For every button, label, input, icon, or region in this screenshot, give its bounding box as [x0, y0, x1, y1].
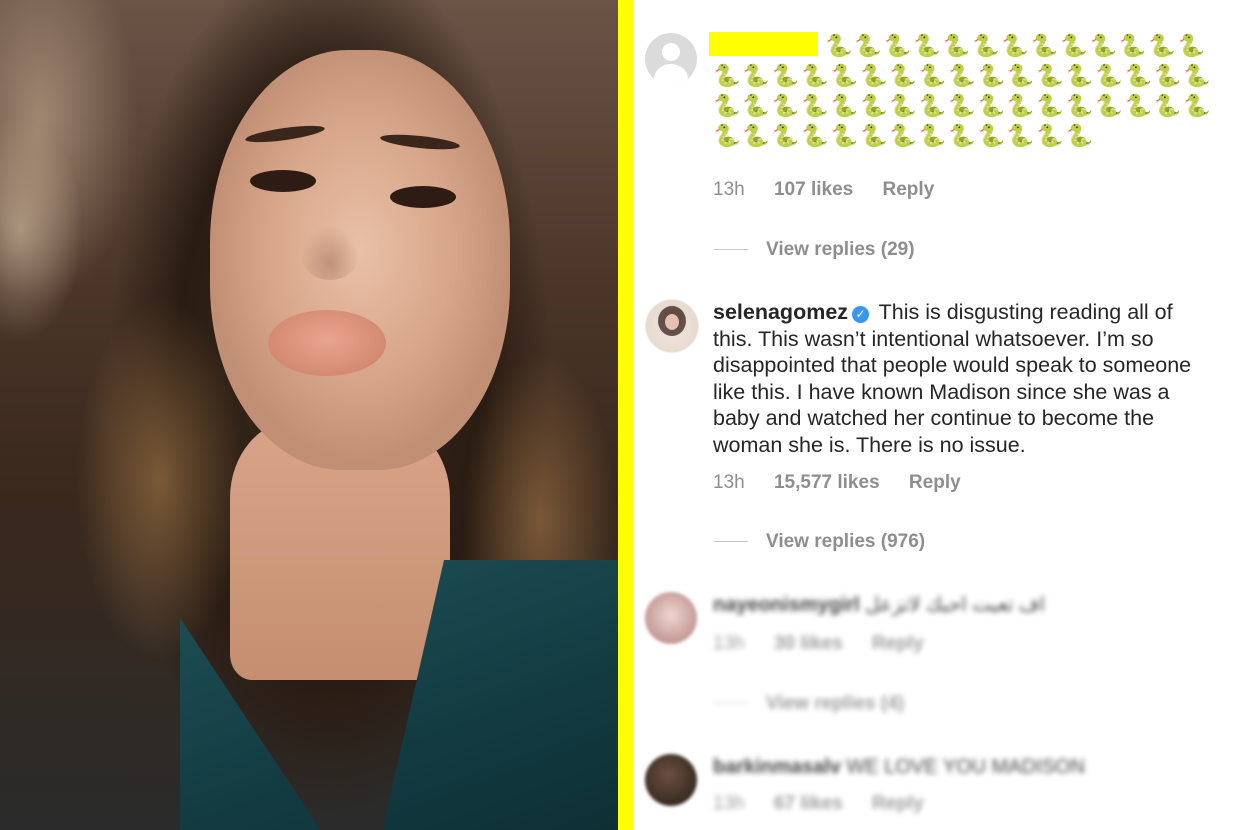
photo-left-eye [250, 170, 316, 192]
comment-username[interactable]: nayeonismygirl [713, 594, 860, 616]
likes-count[interactable]: 107 likes [774, 179, 853, 200]
likes-count[interactable]: 15,577 likes [774, 472, 880, 493]
comment-body: WE LOVE YOU MADISON [846, 756, 1085, 778]
comment-body: اف تعبت احبك لاتزعل [865, 594, 1046, 616]
reply-button[interactable]: Reply [883, 179, 935, 200]
view-replies-label: View replies (4) [766, 693, 904, 714]
reply-line-divider [714, 249, 748, 251]
selena-comment: selenagomez ✓ This is disgusting reading … [713, 299, 1213, 458]
reply-button[interactable]: Reply [872, 793, 924, 814]
photo-nose [300, 225, 360, 280]
photo-face [210, 50, 510, 470]
photo-lips [268, 310, 386, 376]
likes-count[interactable]: 67 likes [774, 793, 843, 814]
comment-meta: 13h 67 likes Reply [713, 793, 948, 815]
likes-count[interactable]: 30 likes [774, 633, 843, 654]
view-replies-label: View replies (29) [766, 239, 915, 260]
comment-username[interactable]: barkinmasalv [713, 756, 841, 778]
avatar-head [662, 43, 680, 61]
comment-meta: 13h 30 likes Reply [713, 633, 948, 655]
reply-line-divider [714, 703, 748, 705]
view-replies-button[interactable]: View replies (976) [714, 531, 925, 553]
reply-line-divider [714, 541, 748, 543]
reply-button[interactable]: Reply [872, 633, 924, 654]
default-avatar-icon[interactable] [645, 33, 697, 85]
photo-right-eye [390, 186, 456, 208]
comment-meta: 13h 107 likes Reply [713, 179, 958, 201]
comment-time: 13h [713, 793, 745, 814]
user-avatar[interactable] [645, 754, 697, 806]
reply-button[interactable]: Reply [909, 472, 961, 493]
comment-username[interactable]: selenagomez [713, 300, 848, 324]
verified-badge-icon: ✓ [852, 306, 870, 323]
comment-time: 13h [713, 472, 745, 493]
comment-time: 13h [713, 633, 745, 654]
view-replies-button[interactable]: View replies (4) [714, 693, 904, 715]
comment-meta: 13h 15,577 likes Reply [713, 472, 985, 494]
selfie-photo [0, 0, 620, 830]
user-avatar[interactable] [645, 592, 697, 644]
blurred-comment: nayeonismygirl اف تعبت احبك لاتزعل [713, 592, 1213, 619]
yellow-divider [618, 0, 633, 830]
selenagomez-avatar[interactable] [645, 299, 699, 353]
snake-emoji-comment: 🐍🐍🐍🐍🐍🐍🐍🐍🐍🐍🐍🐍🐍🐍🐍🐍🐍🐍🐍🐍🐍🐍🐍🐍🐍🐍🐍🐍🐍🐍🐍🐍🐍🐍🐍🐍🐍🐍🐍🐍… [713, 34, 1213, 149]
view-replies-button[interactable]: View replies (29) [714, 239, 915, 261]
avatar-face [665, 314, 679, 330]
view-replies-label: View replies (976) [766, 531, 926, 552]
blurred-comment: barkinmasalv WE LOVE YOU MADISON [713, 754, 1213, 781]
comment-time: 13h [713, 179, 745, 200]
avatar-shoulders [654, 64, 688, 85]
